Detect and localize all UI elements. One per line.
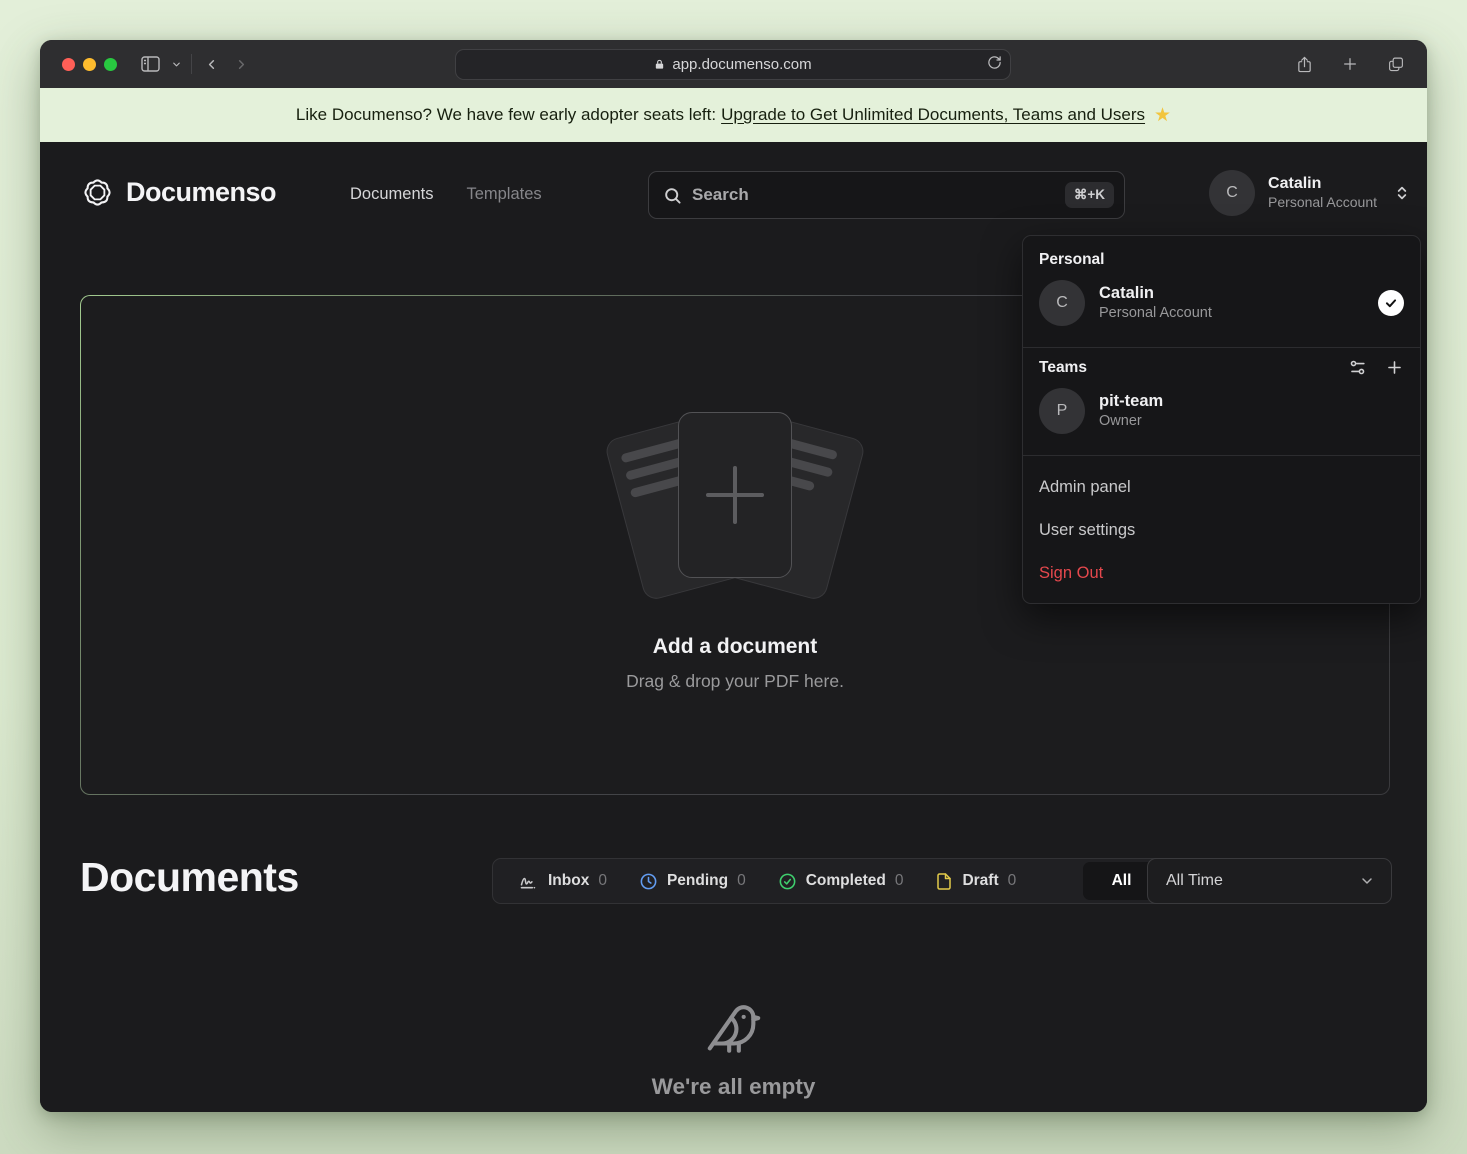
share-button[interactable] <box>1289 49 1319 79</box>
create-team-icon[interactable] <box>1385 358 1404 377</box>
address-bar[interactable]: app.documenso.com <box>455 49 1011 80</box>
plus-icon <box>706 466 764 524</box>
forward-button[interactable] <box>226 49 256 79</box>
menu-item-user-settings[interactable]: User settings <box>1039 509 1404 552</box>
team-role: Owner <box>1099 412 1163 431</box>
documents-heading: Documents <box>80 854 299 901</box>
search-icon <box>663 186 682 205</box>
sidebar-icon <box>141 56 160 72</box>
personal-account-name: Catalin <box>1099 283 1212 304</box>
documenso-logo-icon <box>80 175 115 210</box>
team-item[interactable]: P pit-team Owner <box>1039 377 1404 445</box>
documenso-app: Documenso Documents Templates ⌘+K C Cata… <box>40 142 1427 1112</box>
personal-account-item[interactable]: C Catalin Personal Account <box>1039 269 1404 337</box>
empty-state: We're all empty <box>40 1000 1427 1100</box>
nav-templates[interactable]: Templates <box>466 185 541 204</box>
tab-group-dropdown-button[interactable] <box>165 49 187 79</box>
search-bar[interactable]: ⌘+K <box>648 171 1125 219</box>
app-header: Documenso Documents Templates ⌘+K C Cata… <box>40 142 1427 247</box>
menu-divider <box>1023 455 1420 456</box>
menu-item-sign-out[interactable]: Sign Out <box>1039 552 1404 595</box>
minimize-window-button[interactable] <box>83 58 96 71</box>
zoom-window-button[interactable] <box>104 58 117 71</box>
search-input[interactable] <box>692 185 1055 205</box>
tab-pending[interactable]: Pending 0 <box>639 872 746 891</box>
document-card-center <box>678 412 792 578</box>
avatar: C <box>1039 280 1085 326</box>
browser-toolbar: app.documenso.com <box>40 40 1427 88</box>
personal-account-type: Personal Account <box>1099 304 1212 323</box>
clock-icon <box>639 872 658 891</box>
new-tab-button[interactable] <box>1335 49 1365 79</box>
period-filter-value: All Time <box>1166 872 1223 890</box>
close-window-button[interactable] <box>62 58 75 71</box>
tab-inbox[interactable]: Inbox 0 <box>519 871 607 891</box>
signature-icon <box>519 871 539 891</box>
manage-teams-icon[interactable] <box>1348 358 1367 377</box>
selected-check-icon <box>1378 290 1404 316</box>
back-button[interactable] <box>196 49 226 79</box>
tab-completed[interactable]: Completed 0 <box>778 872 904 891</box>
window-controls <box>62 58 117 71</box>
document-stack-icon <box>575 399 895 599</box>
sidebar-toggle-button[interactable] <box>135 49 165 79</box>
check-circle-icon <box>778 872 797 891</box>
dropzone-subtitle: Drag & drop your PDF here. <box>626 671 844 692</box>
chevrons-up-down-icon <box>1394 185 1410 201</box>
account-menu-trigger[interactable]: C Catalin Personal Account <box>1209 170 1410 216</box>
browser-window: app.documenso.com Like Documenso? We hav… <box>40 40 1427 1112</box>
avatar: P <box>1039 388 1085 434</box>
bird-icon <box>705 1000 763 1058</box>
search-shortcut-badge: ⌘+K <box>1065 182 1114 208</box>
tab-draft[interactable]: Draft 0 <box>935 872 1016 891</box>
team-name: pit-team <box>1099 391 1163 412</box>
promo-banner: Like Documenso? We have few early adopte… <box>40 88 1427 142</box>
chevron-down-icon <box>1359 873 1375 889</box>
empty-state-message: We're all empty <box>652 1074 816 1100</box>
teams-section-heading: Teams <box>1039 359 1087 377</box>
chevron-right-icon <box>234 57 249 72</box>
chevron-left-icon <box>204 57 219 72</box>
nav-documents[interactable]: Documents <box>350 185 433 204</box>
period-filter-select[interactable]: All Time <box>1147 858 1392 904</box>
menu-divider <box>1023 347 1420 348</box>
main-nav: Documents Templates <box>350 142 542 247</box>
account-name: Catalin <box>1268 174 1377 194</box>
url-text: app.documenso.com <box>672 56 811 73</box>
file-icon <box>935 872 953 891</box>
personal-section-heading: Personal <box>1039 251 1404 269</box>
chevron-down-icon <box>171 59 182 70</box>
account-dropdown-menu: Personal C Catalin Personal Account Team… <box>1022 235 1421 604</box>
dropzone-title: Add a document <box>653 635 818 659</box>
brand-logo-link[interactable]: Documenso <box>80 175 276 210</box>
document-status-tabs: Inbox 0 Pending 0 Completed 0 <box>492 858 1165 904</box>
tab-overview-button[interactable] <box>1381 49 1411 79</box>
star-icon: ★ <box>1154 104 1171 127</box>
banner-text: Like Documenso? We have few early adopte… <box>296 105 716 125</box>
avatar: C <box>1209 170 1255 216</box>
refresh-button[interactable] <box>987 55 1002 70</box>
menu-item-admin-panel[interactable]: Admin panel <box>1039 466 1404 509</box>
upgrade-link[interactable]: Upgrade to Get Unlimited Documents, Team… <box>721 105 1145 125</box>
brand-name: Documenso <box>126 177 276 208</box>
toolbar-divider <box>191 54 192 74</box>
account-type: Personal Account <box>1268 194 1377 212</box>
lock-icon <box>654 58 665 71</box>
